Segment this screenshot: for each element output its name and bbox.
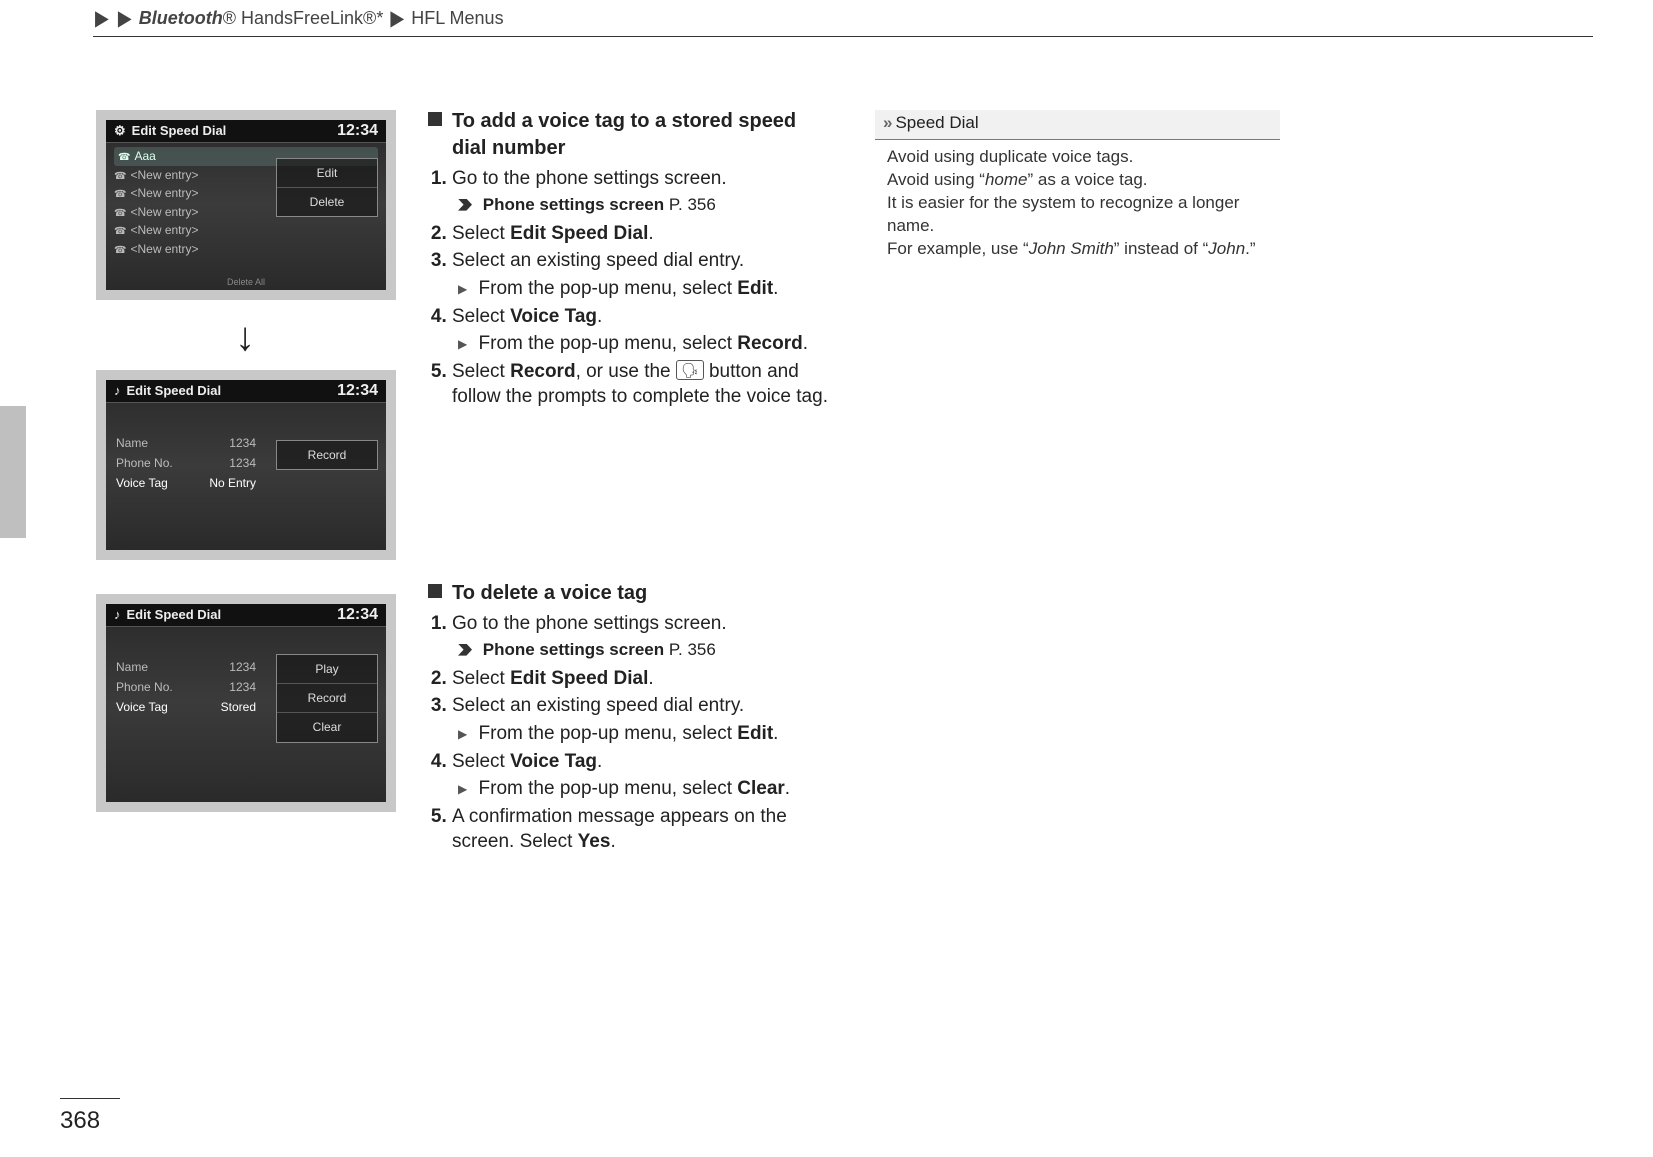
sub-step: From the pop-up menu, select Edit.	[458, 276, 828, 302]
xref-phone-settings: Phone settings screen P. 356	[458, 639, 828, 662]
phone-icon	[114, 168, 130, 182]
instructions-add-voice-tag: To add a voice tag to a stored speed dia…	[428, 108, 828, 412]
kv-name-value: 1234	[229, 435, 256, 451]
ctx-edit-button[interactable]: Edit	[277, 159, 377, 187]
screen1-title: Edit Speed Dial	[114, 120, 226, 142]
crumb-reg: ®	[223, 8, 236, 28]
heading-add-voice-tag: To add a voice tag to a stored speed dia…	[428, 108, 828, 162]
step: Select an existing speed dial entry. Fro…	[452, 248, 828, 301]
ctx-record-button[interactable]: Record	[277, 441, 377, 469]
screen3-context-menu: Play Record Clear	[276, 654, 378, 743]
ctx-clear-button[interactable]: Clear	[277, 712, 377, 741]
features-side-tab-label: Features	[0, 466, 3, 492]
crumb-arrow-icon: ▶	[390, 4, 404, 33]
gear-icon	[114, 123, 132, 138]
step: Go to the phone settings screen. Phone s…	[452, 611, 828, 662]
page-number: 368	[60, 1098, 120, 1137]
kv-phone-label: Phone No.	[116, 679, 173, 695]
screen1-context-menu: Edit Delete	[276, 158, 378, 217]
down-arrow-icon: ↓	[230, 310, 260, 364]
kv-name-label: Name	[116, 435, 148, 451]
phone-icon	[114, 223, 130, 237]
breadcrumb: ▶ ▶ Bluetooth® HandsFreeLink®* ▶ HFL Men…	[93, 6, 1593, 37]
screen3-title: Edit Speed Dial	[114, 604, 221, 626]
sub-step: From the pop-up menu, select Record.	[458, 331, 828, 357]
features-side-tab: Features	[0, 406, 26, 538]
talk-button-icon: 🗣	[676, 360, 704, 380]
screen2-clock: 12:34	[337, 380, 378, 402]
ctx-record-button[interactable]: Record	[277, 683, 377, 712]
kv-name-value: 1234	[229, 659, 256, 675]
kv-phone-value: 1234	[229, 679, 256, 695]
crumb-hfl: HandsFreeLink	[241, 8, 363, 28]
screen3-detail: Name 1234 Phone No. 1234 Voice Tag Stored	[106, 627, 266, 718]
tips-line: Avoid using “home” as a voice tag.	[887, 169, 1272, 192]
screen2-detail: Name 1234 Phone No. 1234 Voice Tag No Entry	[106, 403, 266, 494]
step: Select Edit Speed Dial.	[452, 666, 828, 692]
crumb-arrow-icon: ▶	[118, 4, 132, 33]
crumb-bluetooth: Bluetooth	[139, 8, 223, 28]
crumb-reg2: ®	[363, 8, 376, 28]
step: Go to the phone settings screen. Phone s…	[452, 166, 828, 217]
step: Select an existing speed dial entry. Fro…	[452, 693, 828, 746]
ctx-play-button[interactable]: Play	[277, 655, 377, 683]
crumb-hfl-menus: HFL Menus	[411, 8, 503, 28]
screenshot-1: Edit Speed Dial 12:34 Aaa <New entry> <N…	[96, 110, 396, 300]
screen1-delete-all[interactable]: Delete All	[227, 276, 265, 288]
step: Select Voice Tag. From the pop-up menu, …	[452, 304, 828, 357]
step: A confirmation message appears on the sc…	[452, 804, 828, 855]
heading-delete-voice-tag: To delete a voice tag	[428, 580, 828, 607]
phone-icon	[114, 242, 130, 256]
kv-voicetag-label[interactable]: Voice Tag	[116, 699, 168, 715]
note-icon	[114, 607, 127, 622]
step: Select Record, or use the 🗣 button and f…	[452, 359, 828, 410]
instructions-delete-voice-tag: To delete a voice tag Go to the phone se…	[428, 580, 828, 857]
list-item[interactable]: <New entry>	[114, 240, 378, 259]
screenshot-2: Edit Speed Dial 12:34 Name 1234 Phone No.…	[96, 370, 396, 560]
kv-voicetag-label[interactable]: Voice Tag	[116, 475, 168, 491]
screen2-context-menu: Record	[276, 440, 378, 470]
phone-icon	[114, 186, 130, 200]
kv-phone-value: 1234	[229, 455, 256, 471]
sub-step: From the pop-up menu, select Edit.	[458, 721, 828, 747]
chevron-icon: »	[883, 113, 892, 132]
step: Select Voice Tag. From the pop-up menu, …	[452, 749, 828, 802]
tips-body: Avoid using duplicate voice tags. Avoid …	[875, 140, 1280, 261]
step: Select Edit Speed Dial.	[452, 221, 828, 247]
tips-line: It is easier for the system to recognize…	[887, 192, 1272, 238]
screen1-clock: 12:34	[337, 120, 378, 142]
phone-icon	[118, 149, 134, 163]
sub-step: From the pop-up menu, select Clear.	[458, 776, 828, 802]
crumb-arrow-icon: ▶	[95, 4, 109, 33]
kv-voicetag-value: Stored	[221, 699, 256, 715]
screen3-clock: 12:34	[337, 604, 378, 626]
kv-voicetag-value: No Entry	[209, 475, 256, 491]
tips-speed-dial: »Speed Dial Avoid using duplicate voice …	[875, 110, 1280, 261]
crumb-star: *	[376, 8, 383, 28]
list-item[interactable]: <New entry>	[114, 221, 378, 240]
ctx-delete-button[interactable]: Delete	[277, 187, 377, 216]
xref-phone-settings: Phone settings screen P. 356	[458, 194, 828, 217]
screen2-title: Edit Speed Dial	[114, 380, 221, 402]
screenshot-3: Edit Speed Dial 12:34 Name 1234 Phone No.…	[96, 594, 396, 812]
phone-icon	[114, 205, 130, 219]
tips-line: Avoid using duplicate voice tags.	[887, 146, 1272, 169]
tips-heading: »Speed Dial	[875, 110, 1280, 140]
kv-name-label: Name	[116, 659, 148, 675]
note-icon	[114, 383, 127, 398]
tips-line: For example, use “John Smith” instead of…	[887, 238, 1272, 261]
kv-phone-label: Phone No.	[116, 455, 173, 471]
